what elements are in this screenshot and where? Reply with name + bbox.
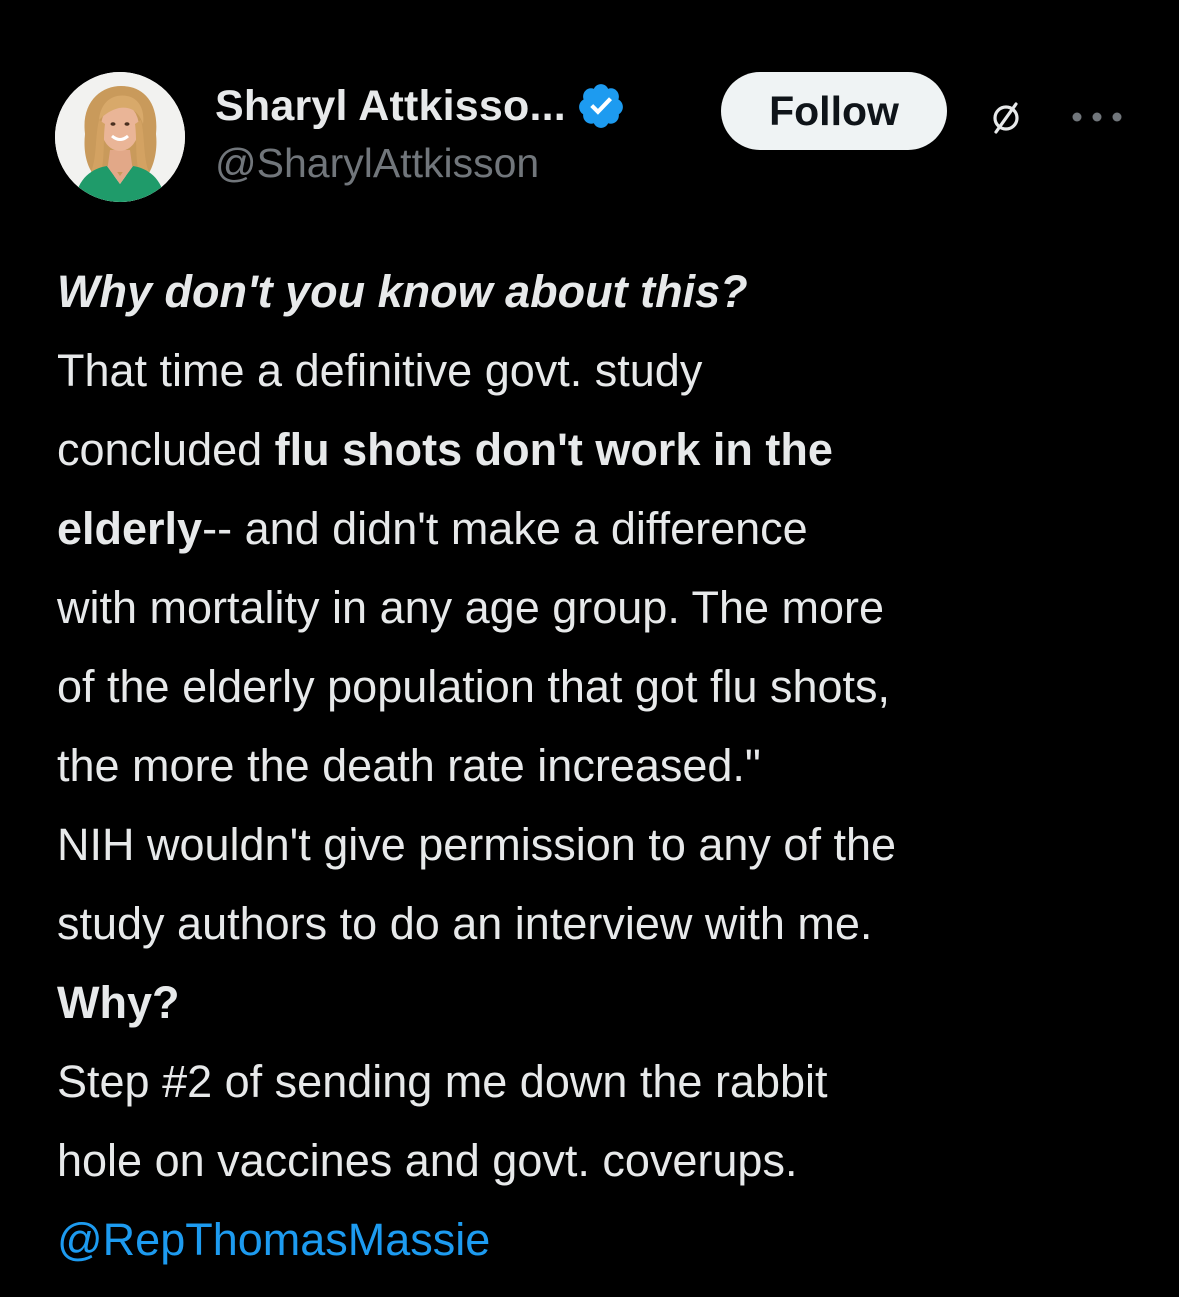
tweet-line: NIH wouldn't give permission to any of t… [57, 819, 897, 870]
tweet-line: elderly-- and didn't make a difference [57, 489, 1157, 568]
mention-link[interactable]: @RepThomasMassie [57, 1200, 1157, 1279]
grok-icon[interactable] [985, 96, 1027, 138]
author-handle[interactable]: @SharylAttkisson [215, 140, 626, 187]
tweet-line: with mortality in any age group. The mor… [57, 582, 885, 633]
tweet-text: Why don't you know about this? That time… [57, 252, 1157, 1279]
tweet-line: That time a definitive govt. study [57, 345, 703, 396]
avatar[interactable] [55, 72, 185, 202]
tweet-line: concluded flu shots don't work in the [57, 410, 1157, 489]
tweet-bold-segment: elderly [57, 503, 203, 554]
tweet-text-segment: concluded [57, 424, 275, 475]
tweet-line: Step #2 of sending me down the rabbit [57, 1056, 828, 1107]
tweet-bold-line: Why? [57, 977, 180, 1028]
tweet-heading: Why don't you know about this? [57, 266, 748, 317]
more-horizontal-icon[interactable] [1065, 96, 1129, 138]
tweet-line: study authors to do an interview with me… [57, 898, 873, 949]
name-row: Sharyl Attkisso... [215, 78, 626, 134]
tweet-bold-segment: flu shots don't work in the [274, 424, 833, 475]
tweet-line: the more the death rate increased." [57, 740, 761, 791]
tweet-line: hole on vaccines and govt. coverups. [57, 1135, 798, 1186]
profile-photo-icon [55, 72, 185, 202]
author-block: Sharyl Attkisso... @SharylAttkisson [215, 78, 626, 187]
follow-button[interactable]: Follow [721, 72, 947, 150]
tweet-line: of the elderly population that got flu s… [57, 661, 891, 712]
tweet-header: Sharyl Attkisso... @SharylAttkisson Foll… [0, 0, 1179, 230]
tweet-text-segment: -- and didn't make a difference [202, 503, 808, 554]
verified-badge-icon[interactable] [576, 81, 626, 131]
author-display-name[interactable]: Sharyl Attkisso... [215, 82, 566, 131]
